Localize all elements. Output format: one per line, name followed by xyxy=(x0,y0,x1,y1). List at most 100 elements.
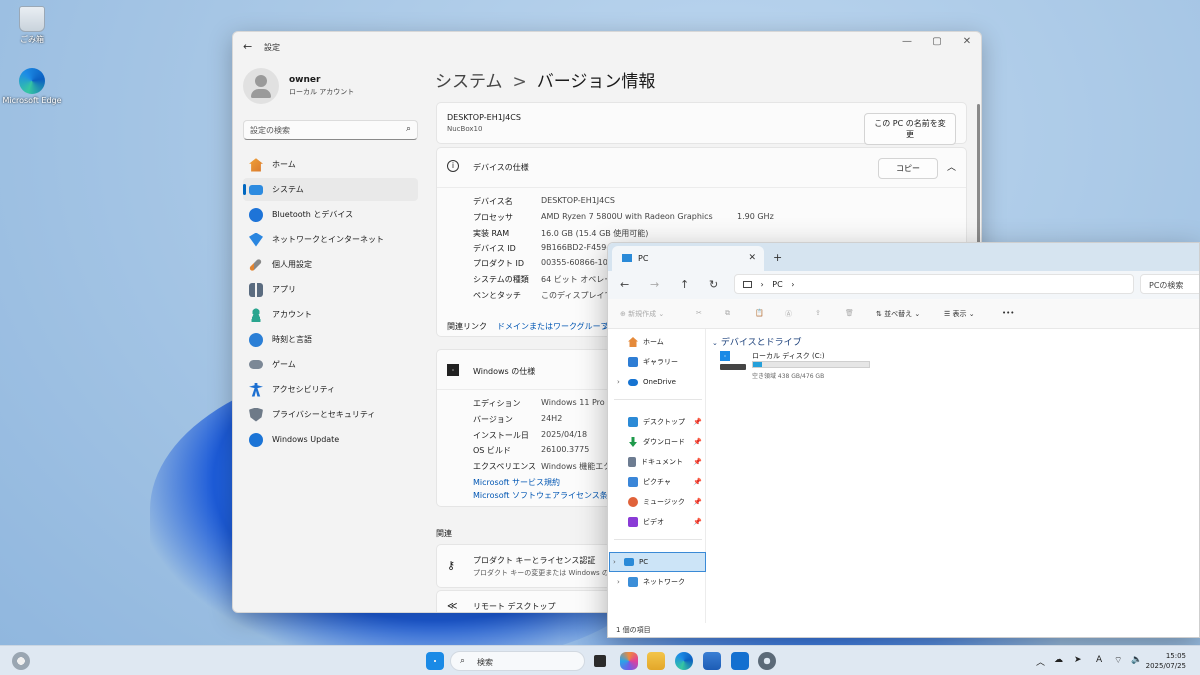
outlook-icon[interactable] xyxy=(731,652,749,670)
pin-icon[interactable]: 📌 xyxy=(693,438,702,446)
chevron-right-icon[interactable]: › xyxy=(617,378,620,386)
nav-item-personalization[interactable]: 個人用設定 xyxy=(243,253,418,276)
avatar xyxy=(243,68,279,104)
nav-item-gaming[interactable]: ゲーム xyxy=(243,353,418,376)
windows-drive-icon[interactable] xyxy=(720,351,748,373)
spec-label: ペンとタッチ xyxy=(473,291,521,300)
user-profile[interactable]: owner ローカル アカウント xyxy=(243,68,354,104)
maximize-icon[interactable]: ▢ xyxy=(929,36,945,47)
nav-downloads[interactable]: ダウンロード 📌 xyxy=(614,433,704,451)
nav-documents[interactable]: ドキュメント 📌 xyxy=(614,453,704,471)
nav-item-privacy[interactable]: プライバシーとセキュリティ xyxy=(243,403,418,426)
new-tab-icon[interactable]: + xyxy=(773,251,782,264)
edge-shortcut[interactable]: Microsoft Edge xyxy=(2,68,62,105)
back-arrow-icon[interactable]: ← xyxy=(243,40,252,53)
sort-button[interactable]: ⇅ 並べ替え ⌄ xyxy=(876,309,920,319)
explorer-tab-pc[interactable]: PC ✕ xyxy=(612,246,764,271)
address-bar[interactable]: › PC › xyxy=(734,274,1134,294)
page-title: システム > バージョン情報 xyxy=(435,67,655,92)
copilot-icon[interactable] xyxy=(620,652,638,670)
delete-icon[interactable]: 🗑 xyxy=(845,309,854,317)
ime-indicator[interactable]: A xyxy=(1096,655,1102,665)
start-icon[interactable] xyxy=(426,652,444,670)
device-spec-header[interactable]: i デバイスの仕様 コピー ︿ xyxy=(437,148,966,188)
nav-item-network[interactable]: ネットワークとインターネット xyxy=(243,228,418,251)
send-icon[interactable]: ➤ xyxy=(1074,655,1082,665)
pin-icon[interactable]: 📌 xyxy=(693,458,702,466)
rename-icon[interactable]: Ⓐ xyxy=(785,309,792,319)
spec-value: DESKTOP-EH1J4CS xyxy=(541,196,615,205)
ms-service-agreement-link[interactable]: Microsoft サービス規約 xyxy=(473,477,560,488)
nav-item-windows-update[interactable]: Windows Update xyxy=(243,428,418,451)
back-icon[interactable]: ← xyxy=(620,278,629,291)
nav-item-accessibility[interactable]: アクセシビリティ xyxy=(243,378,418,401)
breadcrumb-parent[interactable]: システム xyxy=(435,72,503,92)
nav-item-time-language[interactable]: 時刻と言語 xyxy=(243,328,418,351)
edge-icon xyxy=(19,68,45,94)
pin-icon[interactable]: 📌 xyxy=(693,498,702,506)
settings-search-input[interactable]: 設定の検索 ⌕ xyxy=(243,120,418,140)
cut-icon[interactable]: ✂ xyxy=(696,309,702,317)
task-view-icon[interactable] xyxy=(594,655,606,667)
rename-pc-button[interactable]: この PC の名前を変更 xyxy=(864,113,956,145)
nav-onedrive[interactable]: › OneDrive xyxy=(614,373,704,391)
forward-icon[interactable]: → xyxy=(650,278,659,291)
chevron-up-icon[interactable]: ︿ xyxy=(947,160,956,173)
volume-icon[interactable]: 🔈 xyxy=(1131,655,1142,665)
wifi-icon[interactable]: ⌔ xyxy=(1114,655,1122,666)
device-model: NucBox10 xyxy=(447,125,483,133)
nav-pictures[interactable]: ピクチャ 📌 xyxy=(614,473,704,491)
drive-usage-fill xyxy=(753,362,763,367)
up-icon[interactable]: ↑ xyxy=(680,278,689,291)
chevron-right-icon[interactable]: › xyxy=(613,558,616,566)
close-tab-icon[interactable]: ✕ xyxy=(748,253,756,263)
nav-home[interactable]: ホーム xyxy=(614,333,704,351)
domain-workgroup-link[interactable]: ドメインまたはワークグループ xyxy=(497,321,608,332)
nav-label: ギャラリー xyxy=(643,358,678,366)
pin-icon[interactable]: 📌 xyxy=(693,518,702,526)
share-icon[interactable]: ⇪ xyxy=(815,309,821,317)
widgets-icon[interactable] xyxy=(12,652,30,670)
settings-titlebar[interactable]: ← 設定 — ▢ ✕ xyxy=(233,32,981,60)
nav-item-apps[interactable]: アプリ xyxy=(243,278,418,301)
file-explorer-taskbar-icon[interactable] xyxy=(647,652,665,670)
nav-network[interactable]: › ネットワーク xyxy=(614,573,704,591)
nav-item-system[interactable]: システム xyxy=(243,178,418,201)
pin-icon[interactable]: 📌 xyxy=(693,418,702,426)
settings-taskbar-icon[interactable] xyxy=(758,652,776,670)
view-button[interactable]: ☰ 表示 ⌄ xyxy=(944,309,975,319)
pin-icon[interactable]: 📌 xyxy=(693,478,702,486)
nav-item-account[interactable]: アカウント xyxy=(243,303,418,326)
taskbar-search[interactable]: ⌕ 検索 xyxy=(450,651,585,671)
music-icon xyxy=(628,497,638,507)
nav-music[interactable]: ミュージック 📌 xyxy=(614,493,704,511)
minimize-icon[interactable]: — xyxy=(899,36,915,47)
nav-gallery[interactable]: ギャラリー xyxy=(614,353,704,371)
nav-desktop[interactable]: デスクトップ 📌 xyxy=(614,413,704,431)
chevron-right-icon[interactable]: › xyxy=(617,578,620,586)
remote-desktop-title: リモート デスクトップ xyxy=(473,602,556,611)
copy-device-spec-button[interactable]: コピー xyxy=(878,158,938,179)
nav-item-home[interactable]: ホーム xyxy=(243,153,418,176)
explorer-search-input[interactable]: PCの検索 xyxy=(1140,274,1199,294)
recycle-bin-shortcut[interactable]: ごみ箱 xyxy=(2,6,62,45)
new-button[interactable]: ⊕ 新規作成 ⌄ xyxy=(620,309,664,319)
more-options-button[interactable]: ••• xyxy=(1002,309,1014,317)
edge-taskbar-icon[interactable] xyxy=(675,652,693,670)
store-icon[interactable] xyxy=(703,652,721,670)
close-icon[interactable]: ✕ xyxy=(959,36,975,47)
copy-icon[interactable]: ⧉ xyxy=(725,309,730,318)
onedrive-tray-icon[interactable]: ☁ xyxy=(1054,655,1063,665)
ms-license-terms-link[interactable]: Microsoft ソフトウェアライセンス条項 xyxy=(473,490,616,501)
nav-item-bluetooth[interactable]: Bluetooth とデバイス xyxy=(243,203,418,226)
drive-name[interactable]: ローカル ディスク (C:) xyxy=(752,351,825,361)
refresh-icon[interactable]: ↻ xyxy=(709,278,718,291)
address-chevron-icon: › xyxy=(760,280,764,289)
show-hidden-icons-chevron[interactable]: ︿ xyxy=(1036,655,1045,668)
paste-icon[interactable]: 📋 xyxy=(755,309,764,317)
clock[interactable]: 15:05 2025/07/25 xyxy=(1146,651,1186,671)
explorer-nav-pane: ホーム ギャラリー › OneDrive デスクトップ 📌 ダウンロード 📌 ドキュメ… xyxy=(608,329,706,623)
nav-pc[interactable]: › PC xyxy=(609,552,706,572)
nav-videos[interactable]: ビデオ 📌 xyxy=(614,513,704,531)
devices-drives-group-header[interactable]: ⌄ デバイスとドライブ xyxy=(712,335,802,348)
